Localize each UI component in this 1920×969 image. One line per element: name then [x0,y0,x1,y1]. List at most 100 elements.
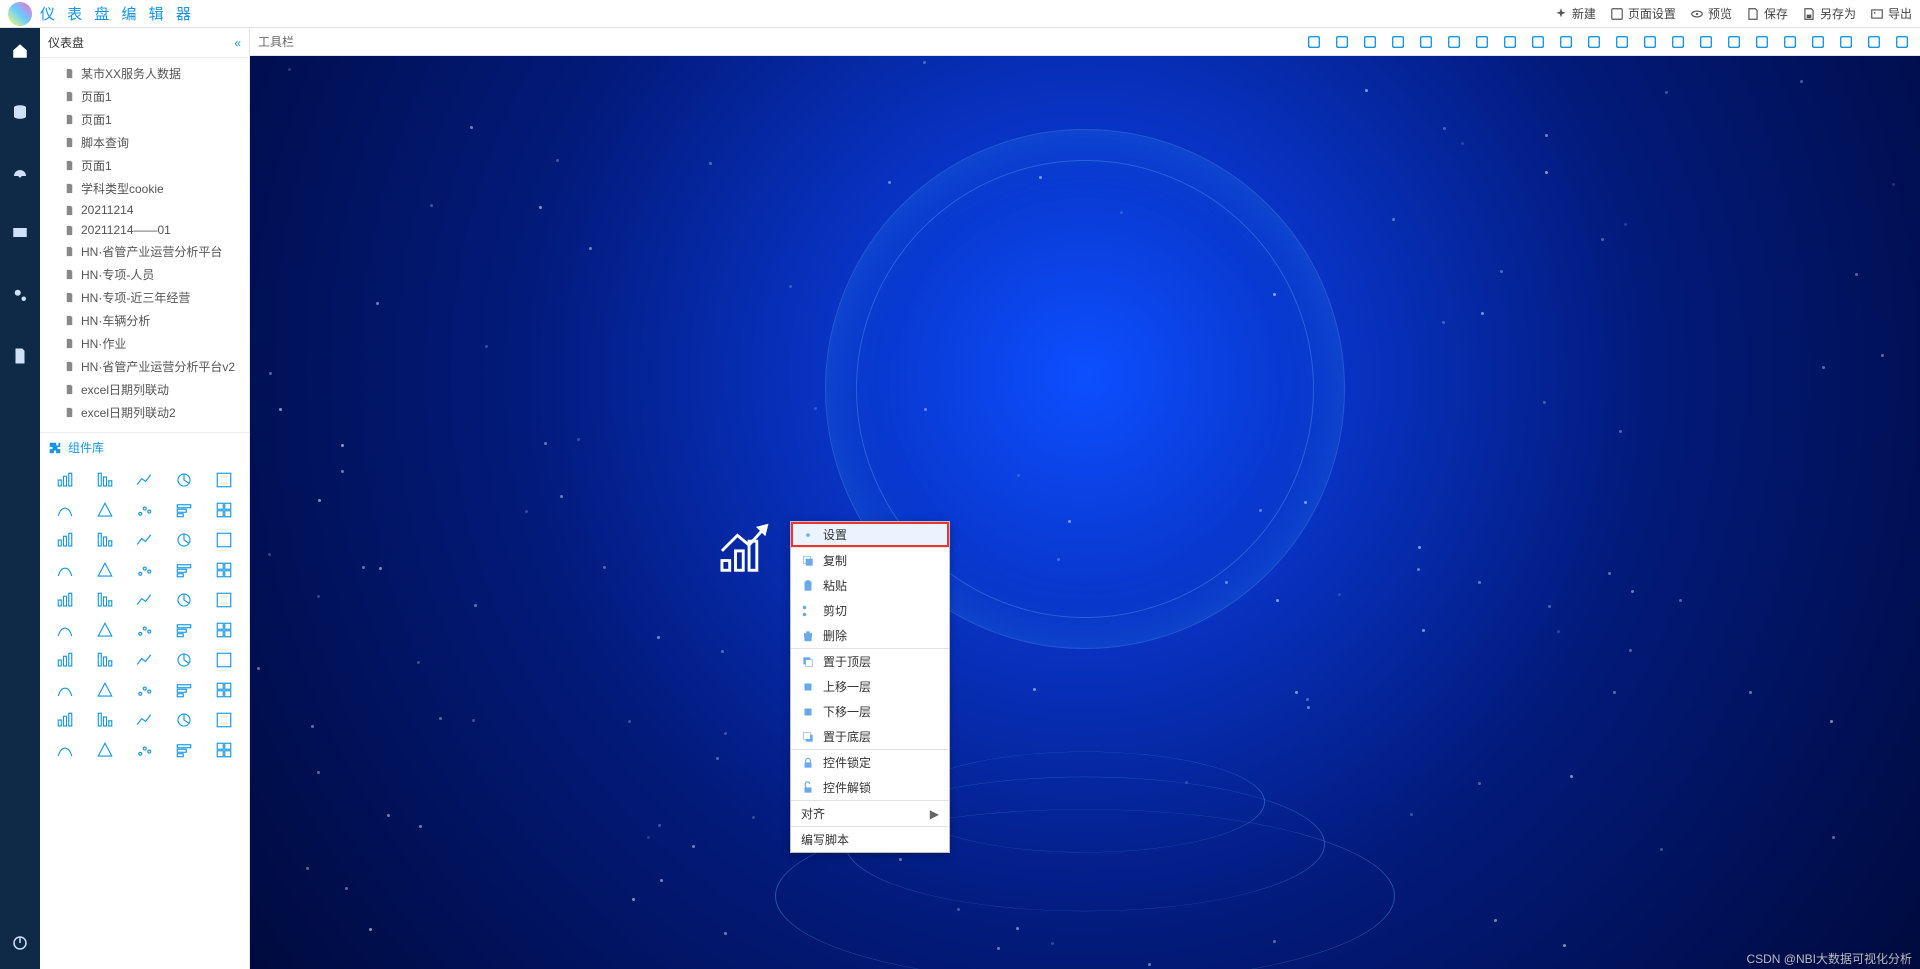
component-item[interactable] [165,616,203,644]
component-item[interactable] [165,586,203,614]
nav-settings[interactable] [11,286,29,307]
copy-button[interactable] [1388,32,1408,52]
component-item[interactable] [86,586,124,614]
component-item[interactable] [46,496,84,524]
component-item[interactable] [126,646,164,674]
canvas[interactable]: 设置 复制 粘贴 剪切 删除 置于顶层 上移一层 下移一层 置于底层 控件锁定 … [250,56,1920,969]
component-item[interactable] [86,736,124,764]
component-item[interactable] [165,736,203,764]
ctx-delete[interactable]: 删除 [791,623,949,648]
tree-item[interactable]: HN·作业 [40,332,249,355]
nav-power[interactable] [11,934,29,955]
component-item[interactable] [86,526,124,554]
nav-screen[interactable] [11,225,29,246]
ctx-script[interactable]: 编写脚本 [791,827,949,852]
dist-h-button[interactable] [1836,32,1856,52]
component-item[interactable] [86,556,124,584]
ctx-move-up[interactable]: 上移一层 [791,674,949,699]
component-item[interactable] [165,466,203,494]
component-item[interactable] [46,556,84,584]
component-item[interactable] [46,676,84,704]
save-button[interactable]: 保存 [1746,5,1788,22]
tree-item[interactable]: HN·省管产业运营分析平台 [40,240,249,263]
component-library-header[interactable]: 组件库 [40,432,249,462]
pencil-button[interactable] [1304,32,1324,52]
component-item[interactable] [46,586,84,614]
align-right-button[interactable] [1808,32,1828,52]
tree-item[interactable]: 20211214——01 [40,220,249,240]
tree-item[interactable]: HN·专项-人员 [40,263,249,286]
export-button[interactable]: 导出 [1870,5,1912,22]
component-item[interactable] [205,526,243,554]
zoom-in-button[interactable] [1528,32,1548,52]
ctx-copy[interactable]: 复制 [791,548,949,573]
ctx-unlock[interactable]: 控件解锁 [791,775,949,800]
component-item[interactable] [86,676,124,704]
tree-item[interactable]: HN·专项-近三年经营 [40,286,249,309]
component-item[interactable] [46,616,84,644]
ctx-cut[interactable]: 剪切 [791,598,949,623]
paste-button[interactable] [1444,32,1464,52]
tree-item[interactable]: 学科类型cookie [40,177,249,200]
tree-item[interactable]: 页面1 [40,154,249,177]
component-item[interactable] [126,616,164,644]
delete-button[interactable] [1584,32,1604,52]
component-item[interactable] [126,586,164,614]
component-item[interactable] [205,616,243,644]
ctx-lock[interactable]: 控件锁定 [791,750,949,775]
component-item[interactable] [165,526,203,554]
component-item[interactable] [46,736,84,764]
tree-item[interactable]: 页面1 [40,108,249,131]
up-button[interactable] [1668,32,1688,52]
component-item[interactable] [126,706,164,734]
align-center-button[interactable] [1780,32,1800,52]
nav-home[interactable] [11,42,29,63]
component-item[interactable] [46,706,84,734]
component-item[interactable] [46,526,84,554]
tree-item[interactable]: 20211214 [40,200,249,220]
component-item[interactable] [205,676,243,704]
component-item[interactable] [205,466,243,494]
nav-dashboard[interactable] [11,164,29,185]
save-as-button[interactable]: 另存为 [1802,5,1856,22]
component-item[interactable] [86,466,124,494]
component-item[interactable] [205,736,243,764]
component-item[interactable] [165,496,203,524]
nav-pdf[interactable] [11,347,29,368]
component-item[interactable] [126,736,164,764]
tree-item[interactable]: excel日期列联动2 [40,401,249,424]
back-button[interactable] [1724,32,1744,52]
component-item[interactable] [165,706,203,734]
nav-data[interactable] [11,103,29,124]
ctx-to-back[interactable]: 置于底层 [791,724,949,749]
fit-button[interactable] [1612,32,1632,52]
unlock-button[interactable] [1500,32,1520,52]
component-item[interactable] [126,556,164,584]
cut-button[interactable] [1416,32,1436,52]
component-item[interactable] [126,676,164,704]
component-item[interactable] [126,496,164,524]
component-item[interactable] [86,706,124,734]
ctx-paste[interactable]: 粘贴 [791,573,949,598]
zoom-out-button[interactable] [1556,32,1576,52]
tree-item[interactable]: 页面1 [40,85,249,108]
align-left-button[interactable] [1752,32,1772,52]
tree-item[interactable]: HN·省管产业运营分析平台v2 [40,355,249,378]
component-item[interactable] [86,646,124,674]
front-button[interactable] [1640,32,1660,52]
export-button[interactable] [1892,32,1912,52]
tree-item[interactable]: HN·车辆分析 [40,309,249,332]
component-item[interactable] [46,466,84,494]
component-item[interactable] [205,706,243,734]
component-item[interactable] [165,556,203,584]
down-button[interactable] [1696,32,1716,52]
tree-item[interactable]: 某市XX服务人数据 [40,62,249,85]
dist-v-button[interactable] [1864,32,1884,52]
undo-button[interactable] [1332,32,1352,52]
component-item[interactable] [165,676,203,704]
ctx-settings[interactable]: 设置 [791,522,949,547]
component-item[interactable] [126,526,164,554]
new-button[interactable]: 新建 [1554,5,1596,22]
component-item[interactable] [205,646,243,674]
ctx-to-front[interactable]: 置于顶层 [791,649,949,674]
